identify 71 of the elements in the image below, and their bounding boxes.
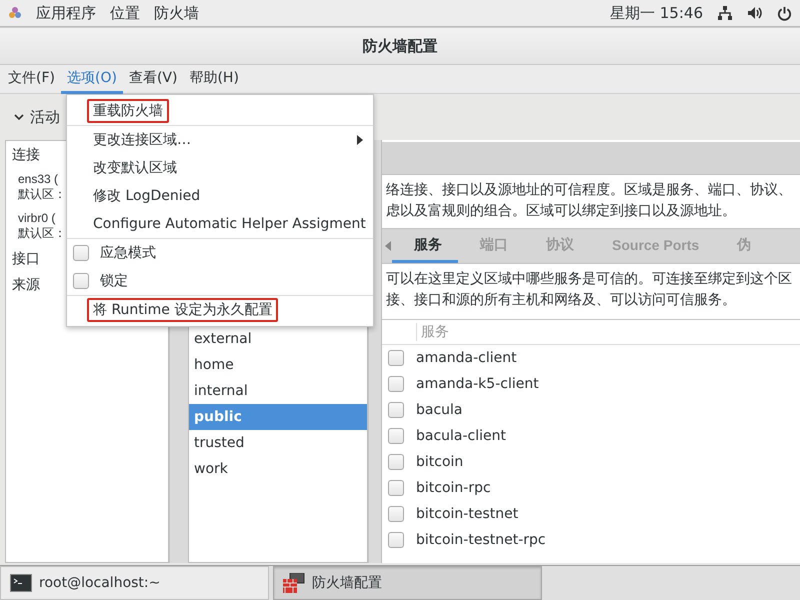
menu-item[interactable]: 改变默认区域 <box>67 154 373 182</box>
menu-item[interactable]: Configure Automatic Helper Assigment <box>67 210 373 239</box>
service-name: bacula <box>416 402 463 418</box>
checkbox[interactable] <box>388 532 404 548</box>
menu-item[interactable]: 帮助(H) <box>183 64 245 94</box>
menu-item[interactable]: 将 Runtime 设定为永久配置 <box>67 296 373 324</box>
apps-icon[interactable] <box>8 6 22 20</box>
top-menu[interactable]: 防火墙 <box>154 4 199 22</box>
checkbox[interactable] <box>388 480 404 496</box>
connection-name[interactable]: virbr0 ( <box>18 211 56 225</box>
connection-zone: 默认区： <box>18 225 66 242</box>
service-name: amanda-client <box>416 350 517 366</box>
checkbox[interactable] <box>388 350 404 366</box>
section-label: 连接 <box>12 146 41 164</box>
section-label: 活动 <box>30 108 60 126</box>
menu-item[interactable]: 查看(V) <box>122 64 184 94</box>
menu-item[interactable]: 文件(F) <box>2 64 61 94</box>
zone-item[interactable]: external <box>189 326 367 352</box>
section-label: 接口 <box>12 250 40 268</box>
menu-label: 重载防火墙 <box>87 99 169 123</box>
menu-label: 将 Runtime 设定为永久配置 <box>87 298 278 322</box>
connection-name[interactable]: ens33 ( <box>18 172 58 186</box>
network-icon[interactable] <box>717 5 733 21</box>
checkbox[interactable] <box>73 273 89 289</box>
checkbox[interactable] <box>388 454 404 470</box>
clock[interactable]: 星期一 15:46 <box>610 4 703 22</box>
checkbox[interactable] <box>388 506 404 522</box>
service-name: bitcoin-testnet <box>416 506 518 522</box>
submenu-arrow-icon <box>357 135 363 145</box>
service-name: bacula-client <box>416 428 506 444</box>
tab[interactable]: 服务 <box>392 229 458 263</box>
menu-item[interactable]: 应急模式 <box>67 239 373 267</box>
description-text: 接、接口和源的所有主机和网络及、可以访问可信服务。 <box>386 291 737 309</box>
menu-label[interactable]: 应急模式 <box>94 241 162 265</box>
menu-item[interactable]: 修改 LogDenied <box>67 182 373 210</box>
menu-label: 改变默认区域 <box>92 159 178 178</box>
checkbox[interactable] <box>388 376 404 392</box>
menu-label: 修改 LogDenied <box>92 187 202 206</box>
service-name: bitcoin-testnet-rpc <box>416 532 546 548</box>
firewall-icon <box>283 573 305 593</box>
top-menu[interactable]: 位置 <box>110 4 140 22</box>
service-name: amanda-k5-client <box>416 376 539 392</box>
service-name: bitcoin <box>416 454 464 470</box>
power-icon[interactable] <box>777 6 792 20</box>
menu-item[interactable]: 重载防火墙 <box>67 97 373 126</box>
zone-item[interactable]: home <box>189 352 367 378</box>
volume-icon[interactable] <box>747 6 763 20</box>
taskbar-item[interactable]: 防火墙配置 <box>273 566 542 600</box>
window-title: 防火墙配置 <box>362 36 438 56</box>
service-name: bitcoin-rpc <box>416 480 491 496</box>
chevron-icon[interactable] <box>14 113 24 121</box>
zone-item[interactable]: trusted <box>189 430 367 456</box>
menu-item[interactable]: 锁定 <box>67 267 373 296</box>
checkbox[interactable] <box>388 428 404 444</box>
terminal-icon <box>10 574 32 592</box>
top-menu[interactable]: 应用程序 <box>36 4 96 22</box>
taskbar-item[interactable]: root@localhost:~ <box>0 566 269 600</box>
menu-label[interactable]: 锁定 <box>94 269 134 293</box>
checkbox[interactable] <box>73 245 89 261</box>
scroll-left-icon[interactable] <box>384 241 392 251</box>
zone-item[interactable]: internal <box>189 378 367 404</box>
zone-item[interactable]: work <box>189 456 367 482</box>
description-text: 虑以及富规则的组合。区域可以绑定到接口以及源地址。 <box>386 202 737 220</box>
menu-item[interactable]: 更改连接区域… <box>67 126 373 154</box>
connection-zone: 默认区： <box>18 186 66 203</box>
checkbox[interactable] <box>388 402 404 418</box>
menu-label: 更改连接区域… <box>92 131 192 150</box>
section-label: 来源 <box>12 276 40 294</box>
description-text: 可以在这里定义区域中哪些服务是可信的。可连接至绑定到这个区 <box>386 270 793 288</box>
description-text: 络连接、接口以及源地址的可信程度。区域是服务、端口、协议、 <box>386 181 793 199</box>
menu-label: Configure Automatic Helper Assigment <box>92 215 367 234</box>
